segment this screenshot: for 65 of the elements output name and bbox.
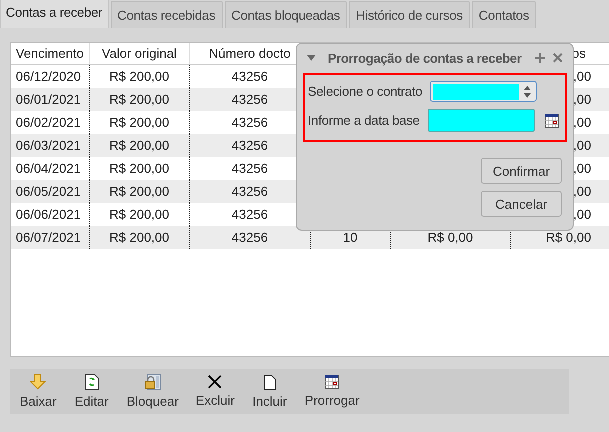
document-refresh-icon xyxy=(84,374,99,390)
toolbar-button[interactable]: Prorrogar xyxy=(298,371,366,412)
table-cell: ,00 xyxy=(573,184,592,199)
toolbar-button[interactable]: Incluir xyxy=(246,370,294,412)
calendar-icon xyxy=(545,114,559,128)
table-cell: ,00 xyxy=(573,115,592,130)
table-cell: R$ 200,00 xyxy=(110,207,170,222)
table-cell: 43256 xyxy=(232,184,268,199)
date-field[interactable] xyxy=(428,109,535,132)
cross-icon xyxy=(208,375,222,389)
plus-icon xyxy=(535,53,545,63)
caret-icon xyxy=(307,55,316,61)
tab[interactable]: Contas bloqueadas xyxy=(224,1,348,28)
table-cell: R$ 200,00 xyxy=(110,138,170,153)
table-cell: 06/03/2021 xyxy=(16,138,82,153)
table-cell: 06/01/2021 xyxy=(16,92,82,107)
field-label: Informe a data base xyxy=(308,113,421,128)
table-cell: R$ 200,00 xyxy=(110,115,170,130)
table-cell: R$ 200,00 xyxy=(110,69,170,84)
table-cell: 06/04/2021 xyxy=(16,161,82,176)
table-cell: R$ 200,00 xyxy=(110,184,170,199)
table-cell: ,00 xyxy=(573,207,592,222)
table-cell: 06/05/2021 xyxy=(16,184,82,199)
table-cell: 43256 xyxy=(232,92,268,107)
toolbar-button[interactable]: Bloquear xyxy=(120,370,185,413)
table-cell: 43256 xyxy=(232,207,268,222)
spin-arrows-icon xyxy=(524,86,531,98)
table-cell: R$ 200,00 xyxy=(110,92,170,107)
table-cell: 43256 xyxy=(232,69,268,84)
lock-panel-icon xyxy=(144,374,161,390)
table-cell: ,00 xyxy=(573,138,592,153)
toolbar-button[interactable]: Baixar xyxy=(14,370,63,413)
table-cell: R$ 0,00 xyxy=(428,230,474,245)
spin-field[interactable] xyxy=(430,81,537,102)
column-header[interactable]: Valor original xyxy=(90,43,190,64)
field-label: Selecione o contrato xyxy=(308,84,424,99)
table-cell: ,00 xyxy=(573,161,592,176)
column-header[interactable]: Vencimento xyxy=(11,43,90,64)
toolbar-button[interactable]: Editar xyxy=(68,370,116,413)
table-cell: 06/06/2021 xyxy=(16,207,82,222)
tab[interactable]: Histórico de cursos xyxy=(349,1,470,28)
table-cell: ,00 xyxy=(573,92,592,107)
document-icon xyxy=(264,374,276,390)
table-cell: 43256 xyxy=(232,161,268,176)
table-cell: 10 xyxy=(343,230,358,245)
dialog-button[interactable]: Cancelar xyxy=(481,191,562,217)
table-cell: R$ 200,00 xyxy=(110,161,170,176)
table-cell: 06/12/2020 xyxy=(16,69,82,84)
dialog-button[interactable]: Confirmar xyxy=(481,158,562,184)
table-cell: R$ 200,00 xyxy=(110,230,170,245)
toolbar-button[interactable]: Excluir xyxy=(190,371,241,412)
calendar-icon xyxy=(325,375,340,389)
table-cell: ,00 xyxy=(573,69,592,84)
tab[interactable]: Contatos xyxy=(472,1,536,28)
table-cell: 43256 xyxy=(232,230,268,245)
table-cell: 06/07/2021 xyxy=(16,230,82,245)
close-icon xyxy=(553,53,563,63)
table-cell: 06/02/2021 xyxy=(16,115,82,130)
arrow-down-icon xyxy=(30,374,46,390)
tab[interactable]: Contas recebidas xyxy=(110,1,223,28)
dialog-title: Prorrogação de contas a receber xyxy=(327,50,523,66)
table-cell: R$ 0,00 xyxy=(546,230,592,245)
table-cell: 43256 xyxy=(232,138,268,153)
tab[interactable]: Contas a receber xyxy=(0,0,109,28)
table-cell: 43256 xyxy=(232,115,268,130)
